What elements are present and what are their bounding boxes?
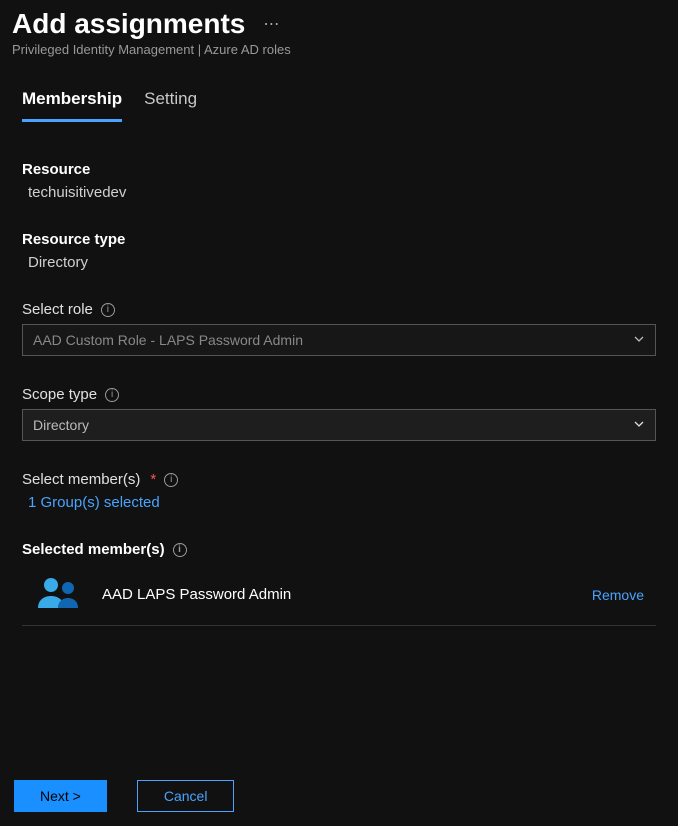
member-name: AAD LAPS Password Admin [102,586,592,603]
page-title: Add assignments [12,8,245,40]
resource-type-value: Directory [22,254,656,271]
field-select-role: Select role i AAD Custom Role - LAPS Pas… [22,301,656,356]
required-indicator: * [150,471,156,488]
resource-value: techuisitivedev [22,184,656,201]
tab-setting[interactable]: Setting [144,89,197,122]
content: Resource techuisitivedev Resource type D… [0,123,678,626]
scope-type-value: Directory [33,417,89,433]
members-selected-link[interactable]: 1 Group(s) selected [22,494,656,511]
tab-membership[interactable]: Membership [22,89,122,122]
select-members-label: Select member(s) [22,471,140,488]
field-scope-type: Scope type i Directory [22,386,656,441]
cancel-button[interactable]: Cancel [137,780,235,812]
header: Add assignments ⋯ Privileged Identity Ma… [0,0,678,61]
select-role-dropdown[interactable]: AAD Custom Role - LAPS Password Admin [22,324,656,356]
breadcrumb: Privileged Identity Management | Azure A… [12,42,666,57]
remove-link[interactable]: Remove [592,587,644,603]
scope-type-label: Scope type [22,386,97,403]
resource-label: Resource [22,161,656,178]
select-role-value: AAD Custom Role - LAPS Password Admin [33,332,303,348]
info-icon[interactable]: i [173,543,187,557]
next-button[interactable]: Next > [14,780,107,812]
scope-type-dropdown[interactable]: Directory [22,409,656,441]
more-icon[interactable]: ⋯ [263,14,279,34]
selected-members-label: Selected member(s) [22,541,165,558]
field-select-members: Select member(s) * i 1 Group(s) selected [22,471,656,511]
field-resource: Resource techuisitivedev [22,161,656,201]
selected-members-section: Selected member(s) i AAD LAPS Password A… [22,541,656,626]
footer: Next > Cancel [14,780,234,812]
tabs: Membership Setting [0,61,678,123]
info-icon[interactable]: i [164,473,178,487]
info-icon[interactable]: i [105,388,119,402]
field-resource-type: Resource type Directory [22,231,656,271]
group-icon [38,574,80,615]
chevron-down-icon [633,332,645,348]
resource-type-label: Resource type [22,231,656,248]
member-row: AAD LAPS Password Admin Remove [22,564,656,626]
info-icon[interactable]: i [101,303,115,317]
select-role-label: Select role [22,301,93,318]
chevron-down-icon [633,417,645,433]
